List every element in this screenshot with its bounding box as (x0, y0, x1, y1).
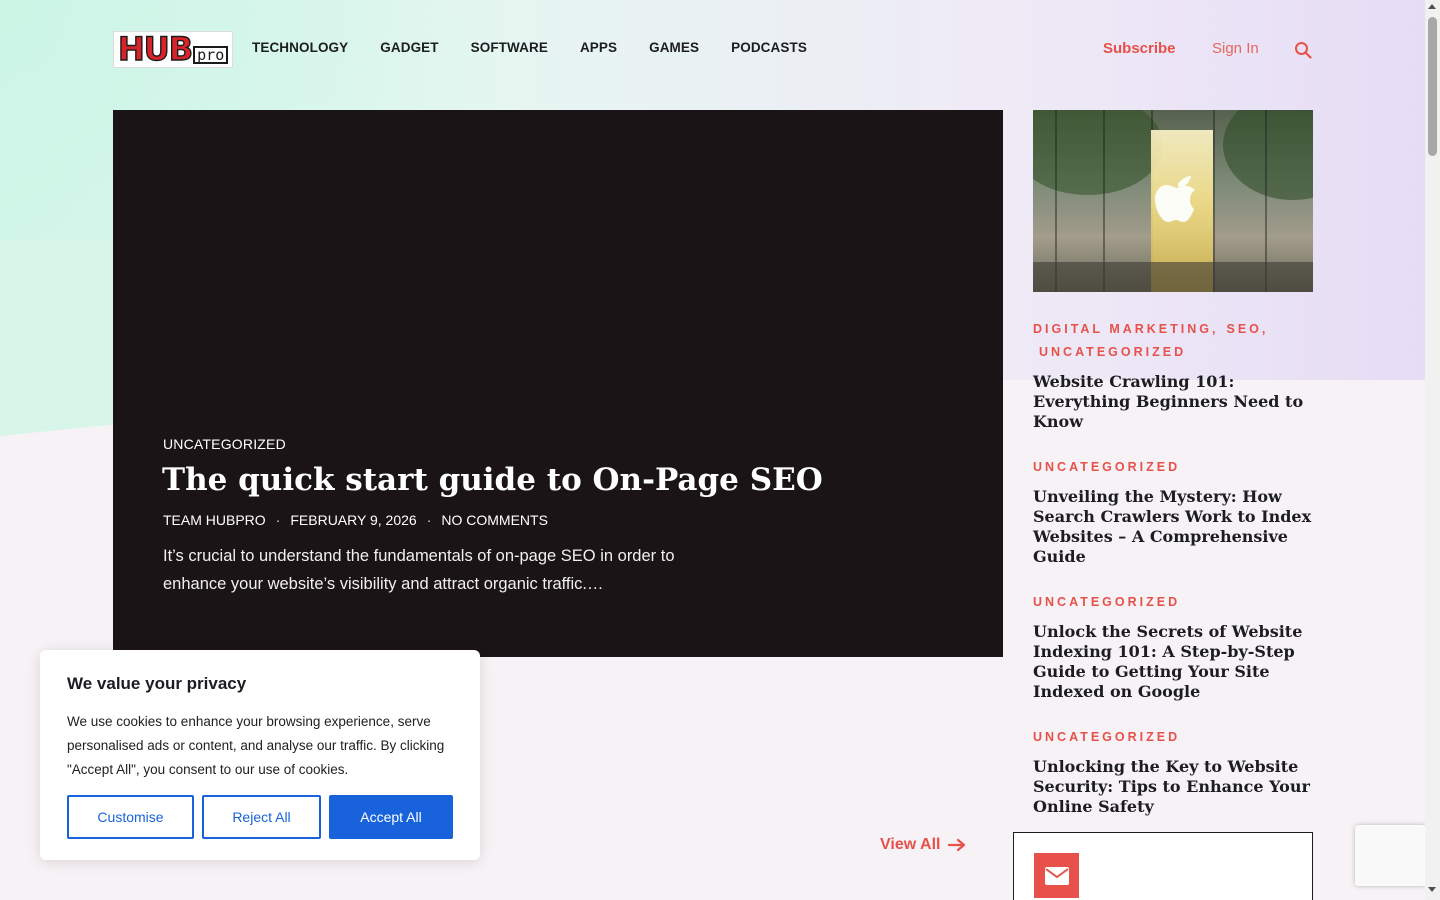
sign-in-link[interactable]: Sign In (1212, 40, 1259, 57)
view-all-link[interactable]: View All (880, 836, 966, 854)
featured-post-title[interactable]: The quick start guide to On-Page SEO (162, 460, 922, 500)
sidebar-post: UNCATEGORIZED Unlocking the Key to Websi… (1033, 726, 1315, 817)
apple-logo-icon (1155, 176, 1195, 222)
category-link[interactable]: UNCATEGORIZED (1039, 341, 1186, 364)
sidebar-post-title[interactable]: Website Crawling 101: Everything Beginne… (1033, 372, 1315, 432)
sidebar-post-title[interactable]: Unveiling the Mystery: How Search Crawle… (1033, 487, 1315, 567)
main-nav: TECHNOLOGY GADGET SOFTWARE APPS GAMES PO… (252, 40, 807, 55)
subscribe-link[interactable]: Subscribe (1103, 40, 1176, 57)
sidebar-post-thumbnail[interactable] (1033, 110, 1313, 292)
scroll-up-arrow-icon[interactable] (1428, 4, 1436, 9)
logo-main-text: HUB (117, 30, 194, 68)
thumbnail-floor (1033, 262, 1313, 292)
featured-post[interactable]: UNCATEGORIZED The quick start guide to O… (113, 110, 1003, 657)
customise-button[interactable]: Customise (67, 795, 194, 839)
sidebar-post-categories: DIGITAL MARKETING, SEO, UNCATEGORIZED (1033, 318, 1315, 364)
meta-separator: · (275, 512, 281, 528)
cookie-description: We use cookies to enhance your browsing … (67, 714, 445, 777)
thumbnail-foliage (1223, 110, 1313, 200)
featured-post-author[interactable]: TEAM HUBPRO (163, 512, 266, 528)
featured-post-comments[interactable]: NO COMMENTS (441, 512, 548, 528)
scrollbar-thumb[interactable] (1428, 17, 1437, 156)
site-logo[interactable]: HUB pro (113, 31, 233, 68)
view-all-label: View All (880, 836, 941, 853)
sidebar-post: UNCATEGORIZED Unveiling the Mystery: How… (1033, 456, 1315, 567)
sidebar-post-categories: UNCATEGORIZED (1033, 456, 1315, 479)
category-link[interactable]: UNCATEGORIZED (1033, 726, 1180, 749)
sidebar-post-categories: UNCATEGORIZED (1033, 726, 1315, 749)
cookie-actions: Customise Reject All Accept All (67, 795, 453, 839)
featured-post-meta: TEAM HUBPRO · FEBRUARY 9, 2026 · NO COMM… (163, 512, 548, 528)
nav-item-podcasts[interactable]: PODCASTS (731, 40, 807, 55)
thumbnail-foliage (1033, 110, 1163, 195)
accept-all-button[interactable]: Accept All (329, 795, 453, 839)
envelope-icon-badge (1034, 853, 1079, 898)
arrow-right-icon (948, 838, 966, 852)
nav-item-gadget[interactable]: GADGET (380, 40, 438, 55)
featured-post-excerpt: It’s crucial to understand the fundament… (163, 547, 675, 593)
logo-sub-text: pro (193, 46, 229, 64)
category-link[interactable]: SEO, (1226, 318, 1268, 341)
category-link[interactable]: DIGITAL MARKETING, (1033, 318, 1218, 341)
meta-separator: · (426, 512, 432, 528)
cookie-consent-banner: We value your privacy We use cookies to … (40, 650, 480, 860)
nav-item-apps[interactable]: APPS (580, 40, 617, 55)
featured-post-date: FEBRUARY 9, 2026 (290, 512, 417, 528)
category-link[interactable]: UNCATEGORIZED (1033, 456, 1180, 479)
sidebar-post-categories: UNCATEGORIZED (1033, 591, 1315, 614)
envelope-icon (1044, 866, 1069, 885)
reject-all-button[interactable]: Reject All (202, 795, 321, 839)
sidebar-post: UNCATEGORIZED Unlock the Secrets of Webs… (1033, 591, 1315, 702)
sidebar-post-title[interactable]: Unlock the Secrets of Website Indexing 1… (1033, 622, 1315, 702)
cookie-title: We value your privacy (67, 674, 247, 693)
page-scrollbar[interactable] (1425, 0, 1440, 900)
sidebar-post-list: DIGITAL MARKETING, SEO, UNCATEGORIZED Webs… (1033, 318, 1315, 841)
sidebar-post-title[interactable]: Unlocking the Key to Website Security: T… (1033, 757, 1315, 817)
category-link[interactable]: UNCATEGORIZED (1033, 591, 1180, 614)
newsletter-box (1013, 832, 1313, 900)
scroll-down-arrow-icon[interactable] (1428, 887, 1436, 892)
featured-post-category[interactable]: UNCATEGORIZED (163, 436, 286, 452)
nav-item-technology[interactable]: TECHNOLOGY (252, 40, 348, 55)
background-mint-band (0, 240, 115, 440)
nav-item-software[interactable]: SOFTWARE (471, 40, 548, 55)
nav-item-games[interactable]: GAMES (649, 40, 699, 55)
search-icon[interactable] (1294, 41, 1312, 59)
recaptcha-badge[interactable] (1355, 825, 1427, 886)
sidebar-post: DIGITAL MARKETING, SEO, UNCATEGORIZED Webs… (1033, 318, 1315, 432)
